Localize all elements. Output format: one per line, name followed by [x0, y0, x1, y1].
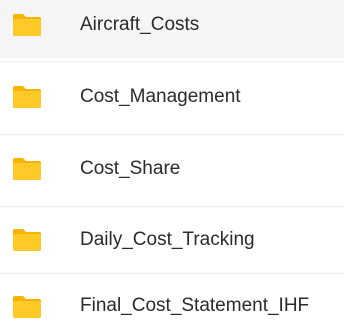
- folder-name: Daily_Cost_Tracking: [80, 229, 255, 250]
- folder-name: Cost_Share: [80, 158, 181, 179]
- folder-item-daily-cost-tracking[interactable]: Daily_Cost_Tracking: [0, 207, 344, 279]
- folder-list: Aircraft_Costs Cost_Management Cost_Shar…: [0, 0, 344, 324]
- folder-item-cost-share[interactable]: Cost_Share: [0, 135, 344, 207]
- folder-icon: [12, 85, 42, 109]
- folder-icon: [12, 295, 42, 319]
- folder-item-cost-management[interactable]: Cost_Management: [0, 62, 344, 134]
- folder-name: Cost_Management: [80, 86, 241, 107]
- folder-icon: [12, 157, 42, 181]
- folder-name: Aircraft_Costs: [80, 14, 200, 35]
- folder-name: Final_Cost_Statement_IHF: [80, 295, 310, 316]
- folder-item-final-cost-statement-ihf[interactable]: Final_Cost_Statement_IHF: [0, 274, 344, 324]
- folder-icon: [12, 228, 42, 252]
- folder-item-aircraft-costs[interactable]: Aircraft_Costs: [0, 0, 344, 58]
- folder-icon: [12, 13, 42, 37]
